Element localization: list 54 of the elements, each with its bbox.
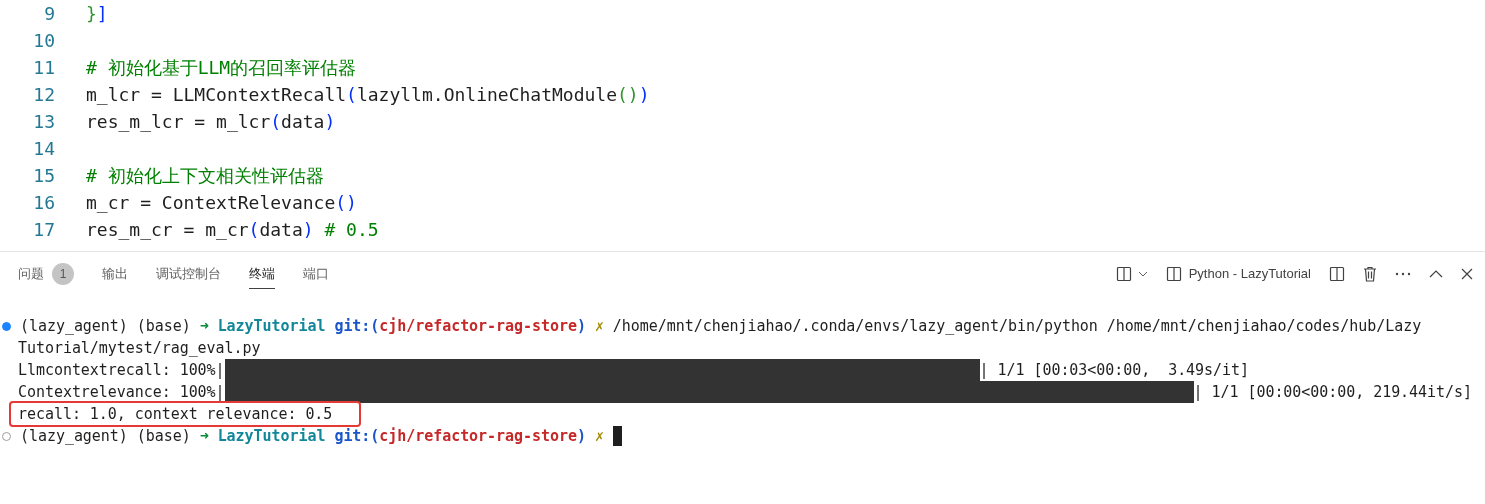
directory-name: LazyTutorial xyxy=(217,426,326,447)
split-terminal-icon[interactable] xyxy=(1329,266,1345,282)
code-line: m_cr = ContextRelevance() xyxy=(86,191,357,215)
split-icon[interactable] xyxy=(1115,266,1132,282)
terminal-selector[interactable]: Python - LazyTutorial xyxy=(1165,264,1311,284)
env-label: (lazy_agent) (base) xyxy=(20,426,191,447)
git-label: git:( xyxy=(334,426,380,447)
dirty-mark: ✗ xyxy=(594,426,604,447)
progress-stats: | 1/1 [00:03<00:00, 3.49s/it] xyxy=(979,360,1249,381)
panel-tab[interactable]: 问题 1 xyxy=(18,259,74,289)
line-number: 12 xyxy=(32,83,55,107)
output-text: recall: 1.0, context relevance: 0.5 xyxy=(11,403,360,425)
layout-menu[interactable] xyxy=(1115,266,1148,282)
more-icon[interactable] xyxy=(1395,272,1411,276)
code-line: # 初始化基于LLM的召回率评估器 xyxy=(86,56,357,80)
directory-name: LazyTutorial xyxy=(217,316,326,337)
chevron-up-icon[interactable] xyxy=(1429,270,1443,278)
code-line: res_m_lcr = m_lcr(data) xyxy=(86,110,336,134)
line-number: 16 xyxy=(32,191,55,215)
line-number: 13 xyxy=(32,110,55,134)
panel-tab[interactable]: 输出 xyxy=(102,259,128,289)
line-number: 14 xyxy=(32,137,55,161)
branch-name: cjh/refactor-rag-store xyxy=(379,426,577,447)
dirty-mark: ✗ xyxy=(594,316,604,337)
panel-tab[interactable]: 终端 xyxy=(249,259,275,289)
output-text: Tutorial/mytest/rag_eval.py xyxy=(18,338,261,359)
line-number: 10 xyxy=(32,29,55,53)
progress-stats: | 1/1 [00:00<00:00, 219.44it/s] xyxy=(1193,382,1472,403)
panel-tab[interactable]: 端口 xyxy=(303,259,329,289)
progress-label: Contextrelevance: 100%| xyxy=(18,382,225,403)
code-line: }] xyxy=(86,2,108,26)
command-text: /home/mnt/chenjiahao/.conda/envs/lazy_agent/bin/python /home/mnt/chenjiahao/codes/hub/Lazy xyxy=(612,316,1422,337)
arrow-glyph: ➜ xyxy=(199,426,209,447)
arrow-glyph: ➜ xyxy=(199,316,209,337)
git-label-close: ) xyxy=(576,426,586,447)
branch-name: cjh/refactor-rag-store xyxy=(379,316,577,337)
terminal-name: Python - LazyTutorial xyxy=(1188,265,1311,284)
code-line: # 初始化上下文相关性评估器 xyxy=(86,164,324,188)
chevron-down-icon xyxy=(1137,271,1148,277)
panel-tab[interactable]: 调试控制台 xyxy=(156,259,221,289)
git-label: git:( xyxy=(334,316,380,337)
line-number: 9 xyxy=(43,2,55,26)
line-number: 11 xyxy=(32,56,55,80)
line-number: 17 xyxy=(32,218,55,242)
git-label-close: ) xyxy=(576,316,586,337)
terminal-icon[interactable] xyxy=(1165,266,1182,282)
code-line: m_lcr = LLMContextRecall(lazyllm.OnlineChatModule()) xyxy=(86,83,650,107)
count-badge: 1 xyxy=(52,262,74,285)
close-icon[interactable] xyxy=(1461,268,1473,280)
line-number: 15 xyxy=(32,164,55,188)
trash-icon[interactable] xyxy=(1363,266,1377,282)
progress-label: Llmcontextrecall: 100%| xyxy=(18,360,225,381)
env-label: (lazy_agent) (base) xyxy=(20,316,191,337)
code-line: res_m_cr = m_cr(data) # 0.5 xyxy=(86,218,379,242)
